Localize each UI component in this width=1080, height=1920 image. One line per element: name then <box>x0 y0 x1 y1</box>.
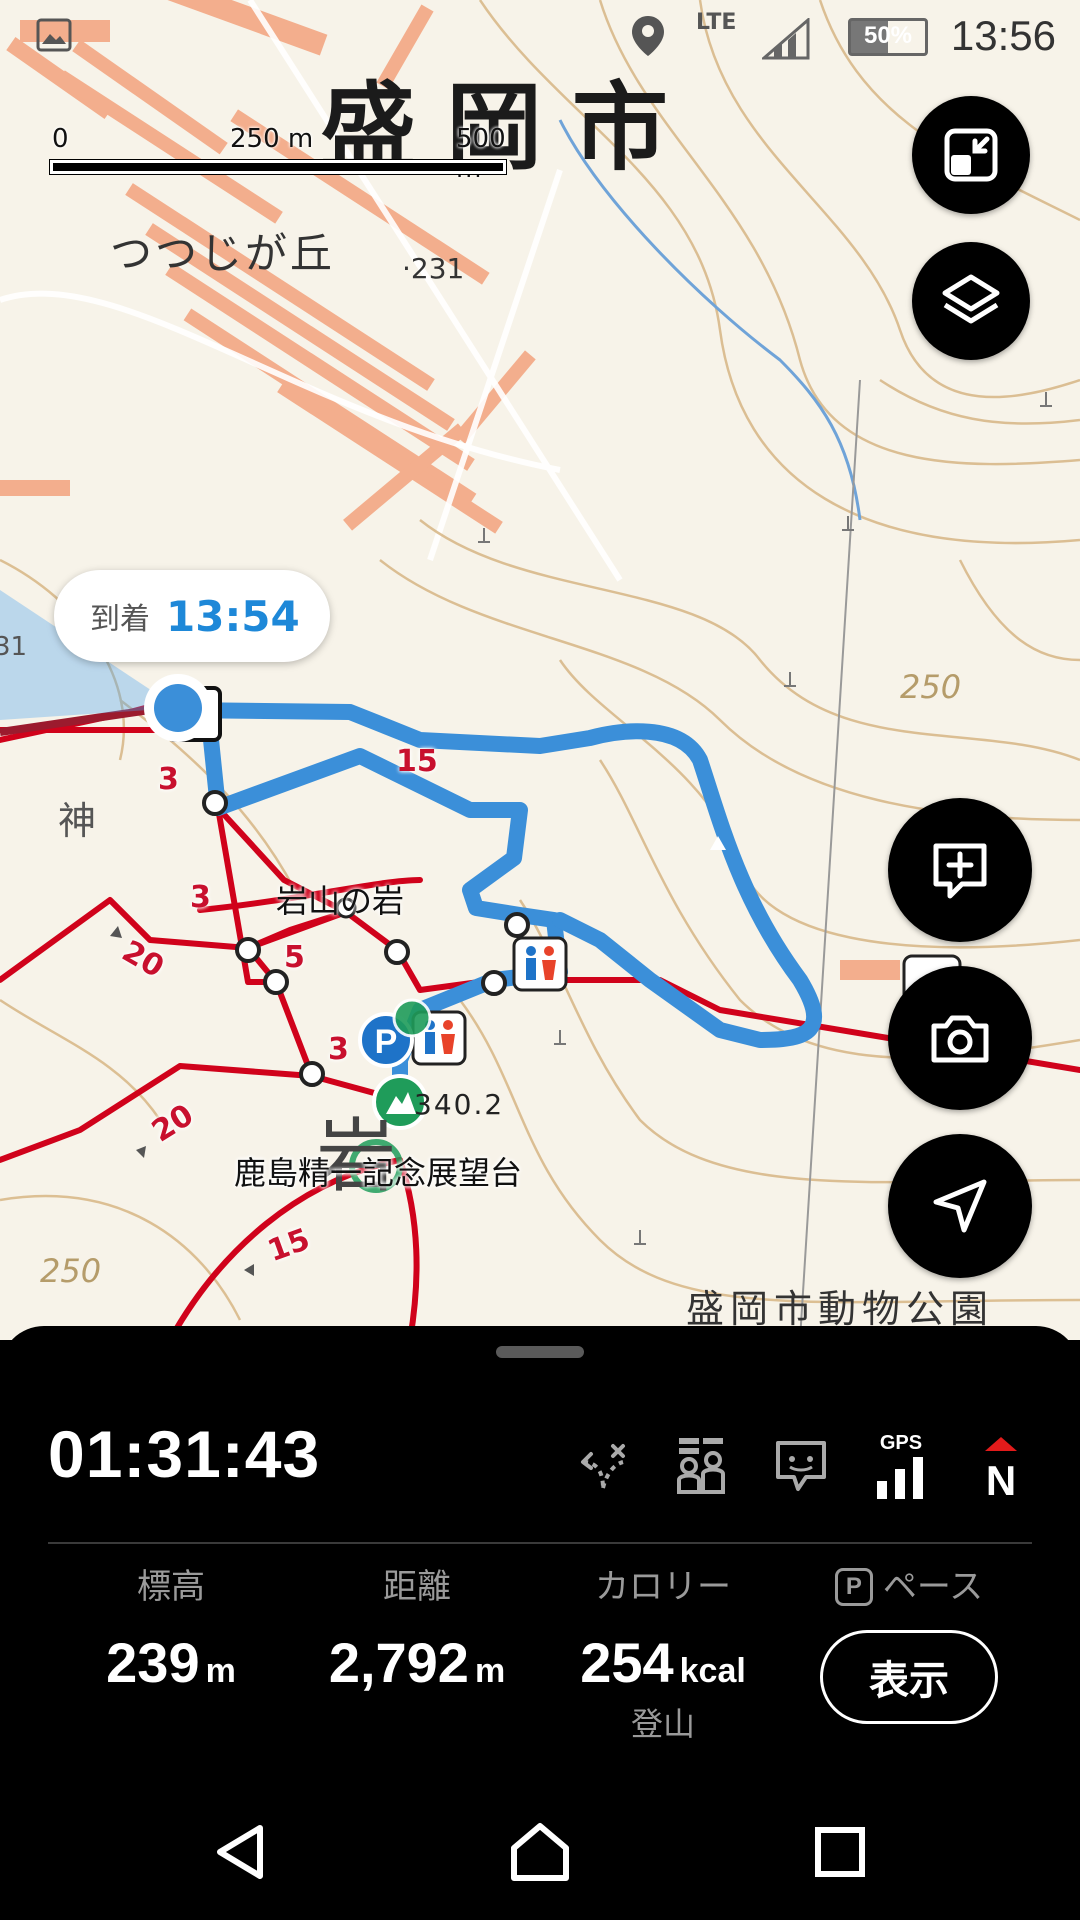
network-type: LTE <box>696 10 737 35</box>
cell-signal-icon <box>762 18 810 60</box>
stats-row: 標高 239 m 距離 2,792 m カロリー 254 kcal 登山 P ペース … <box>48 1562 1032 1745</box>
north-up-button[interactable]: N <box>970 1431 1032 1501</box>
image-notification-icon <box>36 18 72 52</box>
location-pin-icon <box>632 16 664 56</box>
collapse-map-icon <box>944 128 998 182</box>
stat-calories: カロリー 254 kcal 登山 <box>540 1562 786 1745</box>
gps-status[interactable]: GPS <box>870 1431 932 1501</box>
show-pace-button[interactable]: 表示 <box>820 1630 998 1724</box>
stat-unit: m <box>474 1652 506 1690</box>
off-route-button[interactable] <box>570 1431 632 1501</box>
stat-unit: kcal <box>679 1652 746 1690</box>
chat-icon <box>776 1441 826 1491</box>
scale-tick: 500 m <box>456 124 506 184</box>
stat-label: 距離 <box>383 1567 451 1607</box>
north-label: N <box>986 1457 1016 1501</box>
stat-label: 標高 <box>137 1567 205 1607</box>
stat-number: 2,792 <box>328 1631 469 1694</box>
gps-label: GPS <box>880 1432 922 1454</box>
navigate-icon <box>933 1179 987 1233</box>
contour-label: 250 <box>40 1252 102 1290</box>
contour-label: 250 <box>900 668 962 706</box>
add-memo-button[interactable] <box>888 798 1032 942</box>
stat-number: 239 <box>106 1631 200 1694</box>
stat-activity-type: 登山 <box>630 1705 695 1743</box>
trail-time-label: 5 <box>284 940 305 975</box>
layers-button[interactable] <box>912 242 1030 360</box>
gps-signal-icon: GPS <box>877 1432 923 1499</box>
trail-time-label: 3 <box>328 1032 349 1067</box>
arrival-time: 13:54 <box>166 591 300 641</box>
scale-tick: 0 <box>52 124 69 154</box>
status-bar: LTE 50% 13:56 <box>0 0 1080 76</box>
poi-label-rock[interactable]: 岩山の岩 <box>276 876 404 922</box>
stat-distance: 距離 2,792 m <box>294 1562 540 1745</box>
off-route-icon <box>581 1444 625 1489</box>
elapsed-time: 01:31:43 <box>48 1417 321 1491</box>
pace-label: ペース <box>882 1567 984 1607</box>
home-icon <box>511 1823 569 1881</box>
chat-button[interactable] <box>770 1431 832 1501</box>
stat-pace: P ペース 表示 <box>786 1562 1032 1745</box>
layers-icon <box>942 274 1000 324</box>
arrival-time-bubble[interactable]: 到着 13:54 <box>54 570 330 662</box>
stat-label: カロリー <box>595 1567 731 1607</box>
activity-panel: 01:31:43 GPS N 標高 239 m 距離 2,792 m カロリー … <box>0 1326 1080 1780</box>
collapse-map-button[interactable] <box>912 96 1030 214</box>
map-district-label: つつじが丘 <box>110 229 336 278</box>
map-kami-label: 神 <box>58 799 97 843</box>
map-spot-height-value: 231 <box>410 252 465 285</box>
stat-value: 239 m <box>48 1630 294 1695</box>
recents-button[interactable] <box>798 1810 882 1894</box>
trail-time-label: 3 <box>158 762 179 797</box>
group-icon <box>677 1438 725 1494</box>
arrival-label: 到着 <box>90 602 150 637</box>
camera-button[interactable] <box>888 966 1032 1110</box>
status-icons-row: GPS N <box>570 1426 1032 1506</box>
map-view[interactable]: P 盛岡市 つつじが丘 ·231 岩 神 250 250 31 岩山の岩 340… <box>0 0 1080 1340</box>
status-clock: 13:56 <box>950 12 1056 59</box>
pace-header: P ペース <box>786 1562 1032 1612</box>
map-scale-bar: 0 250 m 500 m <box>50 124 510 184</box>
panel-drag-handle[interactable] <box>496 1346 584 1358</box>
add-memo-icon <box>933 843 987 899</box>
home-button[interactable] <box>498 1810 582 1894</box>
back-button[interactable] <box>198 1810 282 1894</box>
contour-label: 31 <box>0 632 28 662</box>
map-zoo-label: 盛岡市動物公園 <box>686 1287 995 1331</box>
stat-value: 254 kcal <box>540 1630 786 1695</box>
system-nav-bar <box>0 1780 1080 1920</box>
panel-divider <box>48 1542 1032 1544</box>
premium-badge: P <box>834 1568 873 1606</box>
trail-time-label: 3 <box>190 880 211 915</box>
scale-tick: 250 m <box>230 124 314 154</box>
scale-bar-line <box>50 160 506 174</box>
back-icon <box>217 1825 263 1879</box>
stat-value: 2,792 m <box>294 1630 540 1695</box>
map-spot-height: ·231 <box>402 252 465 285</box>
battery-icon: 50% <box>848 18 928 56</box>
stat-number: 254 <box>580 1631 674 1694</box>
poi-label-observatory[interactable]: 鹿島精一記念展望台 <box>234 1148 522 1194</box>
camera-icon <box>931 1015 989 1063</box>
svg-text:P: P <box>375 1023 398 1061</box>
battery-level: 50% <box>863 22 913 49</box>
trail-time-label: 15 <box>396 744 438 779</box>
navigate-button[interactable] <box>888 1134 1032 1278</box>
group-button[interactable] <box>670 1431 732 1501</box>
stat-elevation: 標高 239 m <box>48 1562 294 1745</box>
peak-elevation-label: 340.2 <box>414 1088 505 1121</box>
stat-unit: m <box>205 1652 236 1690</box>
north-up-icon: N <box>985 1437 1017 1501</box>
recents-icon <box>815 1827 865 1877</box>
